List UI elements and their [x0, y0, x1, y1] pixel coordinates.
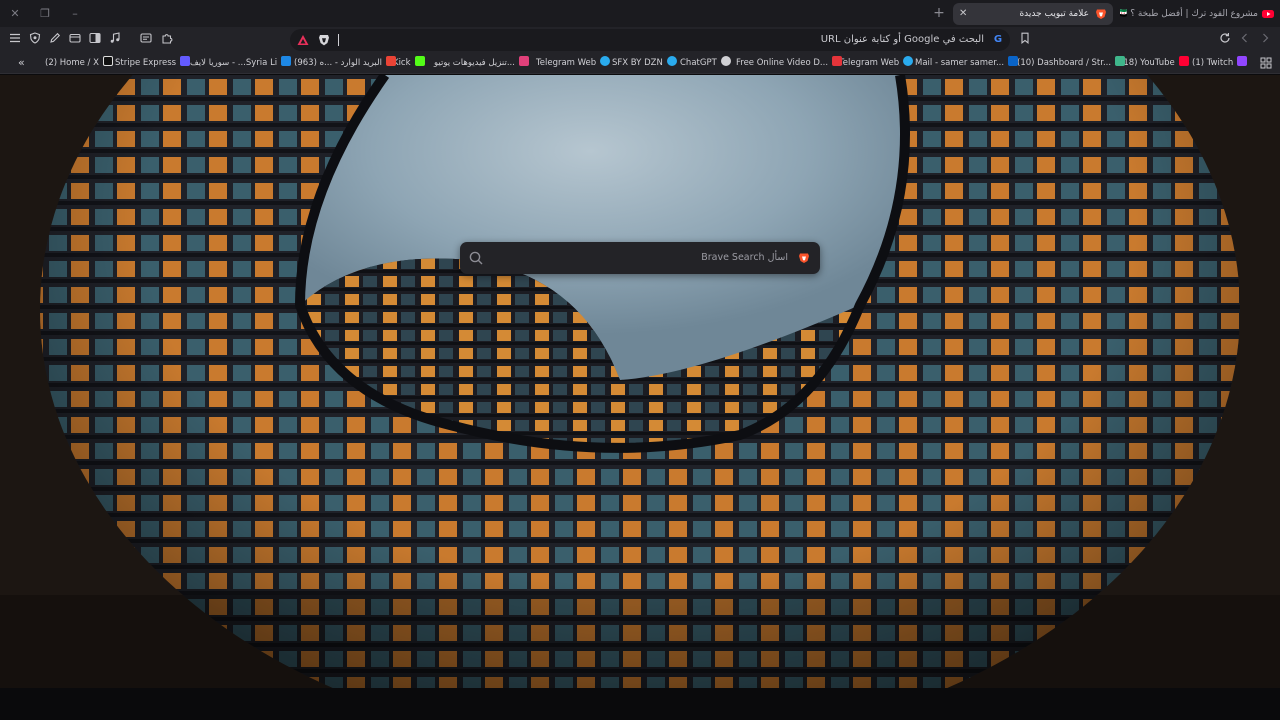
new-tab-button[interactable]: + [930, 5, 948, 23]
forward-icon[interactable] [1256, 31, 1274, 49]
bookmark-label: البريد الوارد - ...ه (963) [294, 58, 382, 68]
bookmarks-overflow-button[interactable]: « [18, 56, 25, 71]
bookmark-label: Free Online Video D... [736, 58, 829, 68]
bookmark-label: ChatGPT [680, 58, 717, 68]
shield-icon[interactable] [26, 31, 44, 49]
new-tab-page: اسأل Brave Search [0, 75, 1280, 688]
reload-icon[interactable] [1216, 31, 1234, 49]
bookmark-video-downloader[interactable]: Free Online Video D... [736, 56, 843, 71]
tab-new-tab[interactable]: ✕ علامة تبويب جديدة [953, 3, 1113, 25]
bookmark-x[interactable]: (2) Home / X [45, 56, 113, 71]
x-icon [102, 56, 113, 66]
bookmark-youtube-downloader[interactable]: تنزيل فيديوهات يوتيو... [434, 56, 529, 71]
outlook-icon [1008, 56, 1019, 66]
bookmark-chatgpt[interactable]: ChatGPT [680, 56, 731, 71]
bookmark-syria-live[interactable]: سوريا لايف - ...Syria Li [190, 56, 292, 71]
window-minimize-button[interactable]: – [66, 5, 84, 23]
wallet-icon[interactable] [66, 31, 84, 49]
back-icon[interactable] [1236, 31, 1254, 49]
tab-title: مشروع الفود ترك | أفضل طبخة ؟ 🇸🇾 # [1120, 9, 1258, 19]
bookmark-label: Telegram Web [536, 58, 597, 68]
bookmark-label: سوريا لايف - ...Syria Li [190, 58, 278, 68]
pencil-icon[interactable] [46, 31, 64, 49]
dashboard-icon [1115, 56, 1126, 66]
bookmark-mail[interactable]: Mail - samer samer... [915, 56, 1019, 71]
youtube-icon [1262, 10, 1274, 18]
bookmark-telegram-1[interactable]: Telegram Web [839, 56, 914, 71]
bookmark-label: (1) Twitch [1192, 58, 1234, 68]
bookmarks-bar: « (1) Twitch (18) YouTube (10) Dashboard… [0, 53, 1280, 74]
telegram-icon [903, 56, 914, 66]
window-restore-button[interactable]: ❐ [36, 5, 54, 23]
bookmark-label: Mail - samer samer... [915, 58, 1005, 68]
bookmark-label: (18) YouTube [1120, 58, 1175, 68]
tab-title: علامة تبويب جديدة [1019, 9, 1089, 19]
sfx-icon [666, 56, 677, 66]
bookmark-label: Stripe Express [115, 58, 177, 68]
window-close-button[interactable]: ✕ [6, 5, 24, 23]
bookmark-icon[interactable] [1016, 31, 1034, 49]
search-icon [469, 251, 483, 265]
twitch-icon [1237, 56, 1248, 66]
kick-icon [414, 56, 425, 66]
bookmark-kick[interactable]: Kick [393, 56, 425, 71]
brave-search-logo-icon [799, 253, 809, 263]
sidebar-icon[interactable] [86, 31, 104, 49]
brave-rewards-icon[interactable] [296, 33, 310, 47]
tab-food-truck[interactable]: مشروع الفود ترك | أفضل طبخة ؟ 🇸🇾 # [1120, 3, 1280, 25]
brave-lion-icon [1096, 9, 1106, 19]
gmail-icon [385, 56, 396, 66]
tab-strip: ✕ ❐ – + ✕ علامة تبويب جديدة مشروع الفود … [0, 0, 1280, 27]
bookmark-label: Telegram Web [839, 58, 900, 68]
background-wallpaper [0, 75, 1280, 688]
tab-close-icon[interactable]: ✕ [959, 3, 967, 25]
bookmark-label: تنزيل فيديوهات يوتيو... [434, 58, 515, 68]
music-note-icon[interactable] [106, 31, 124, 49]
text-caret [338, 34, 339, 46]
brave-shields-icon[interactable] [317, 33, 331, 47]
bookmark-twitch[interactable]: (1) Twitch [1192, 56, 1248, 71]
extensions-icon[interactable] [158, 31, 176, 49]
telegram-icon [600, 56, 611, 66]
bookmark-telegram-2[interactable]: Telegram Web [536, 56, 611, 71]
youtube-icon [1178, 56, 1189, 66]
menu-icon[interactable] [6, 31, 24, 49]
bookmark-youtube[interactable]: (18) YouTube [1120, 56, 1189, 71]
brave-search-box[interactable]: اسأل Brave Search [460, 242, 820, 274]
bookmark-label: (2) Home / X [45, 58, 99, 68]
search-placeholder: اسأل Brave Search [701, 252, 788, 263]
apps-grid-icon[interactable] [1260, 56, 1272, 71]
toolbar: البحث في Google أو كتابة عنوان URL G [0, 27, 1280, 53]
downloader-icon [518, 56, 529, 66]
bookmark-label: SFX BY DZN [612, 58, 663, 68]
syria-live-icon [281, 56, 292, 66]
bookmark-stripe[interactable]: Stripe Express [115, 56, 191, 71]
address-placeholder: البحث في Google أو كتابة عنوان URL [820, 34, 984, 45]
bookmark-sfx[interactable]: SFX BY DZN [612, 56, 677, 71]
tab-groups-icon[interactable] [137, 31, 155, 49]
bookmark-gmail[interactable]: البريد الوارد - ...ه (963) [294, 56, 396, 71]
address-bar[interactable]: البحث في Google أو كتابة عنوان URL G [290, 29, 1010, 51]
bookmark-label: (10) Dashboard / Str... [1017, 58, 1112, 68]
4k-icon [832, 56, 843, 66]
google-icon: G [993, 34, 1003, 45]
stripe-icon [180, 56, 191, 66]
bottom-strip [0, 688, 1280, 720]
bookmark-dashboard[interactable]: (10) Dashboard / Str... [1017, 56, 1126, 71]
chatgpt-icon [720, 56, 731, 66]
